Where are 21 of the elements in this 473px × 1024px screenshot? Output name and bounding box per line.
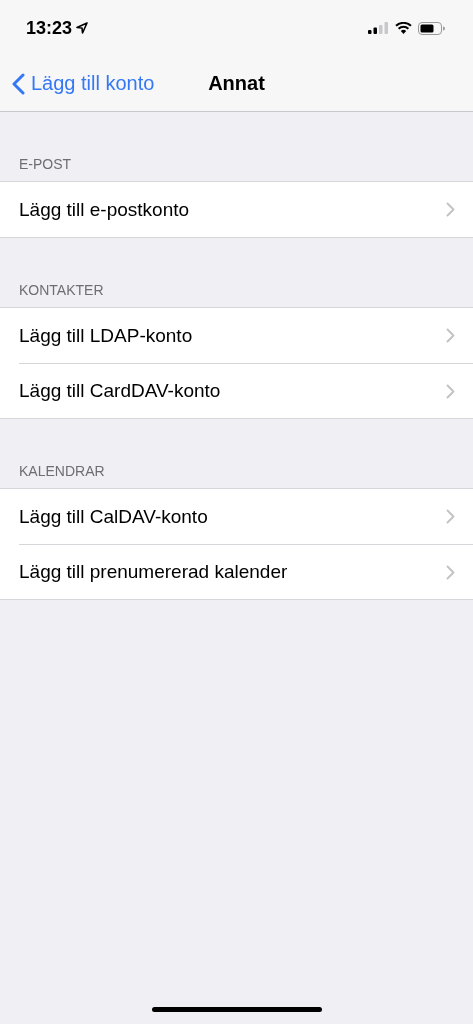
back-button[interactable]: Lägg till konto <box>0 63 155 104</box>
chevron-right-icon <box>446 202 455 217</box>
list-row[interactable]: Lägg till CardDAV-konto <box>19 363 473 418</box>
chevron-right-icon <box>446 509 455 524</box>
section-header: KONTAKTER <box>19 282 104 298</box>
nav-title: Annat <box>208 72 265 95</box>
signal-icon <box>368 22 389 34</box>
list-row[interactable]: Lägg till LDAP-konto <box>19 308 473 363</box>
list-row[interactable]: Lägg till CalDAV-konto <box>19 489 473 544</box>
list-row[interactable]: Lägg till prenumererad kalender <box>19 544 473 599</box>
chevron-left-icon <box>12 72 25 95</box>
battery-icon <box>418 21 445 35</box>
section-header: E-POST <box>19 156 72 172</box>
wifi-icon <box>395 22 412 34</box>
location-arrow-icon <box>76 22 89 34</box>
chevron-right-icon <box>446 383 455 399</box>
chevron-right-icon <box>446 564 455 580</box>
status-time: 13:23 <box>26 17 73 39</box>
chevron-right-icon <box>446 328 455 343</box>
home-indicator[interactable] <box>152 1007 322 1012</box>
section-header: KALENDRAR <box>19 463 105 479</box>
